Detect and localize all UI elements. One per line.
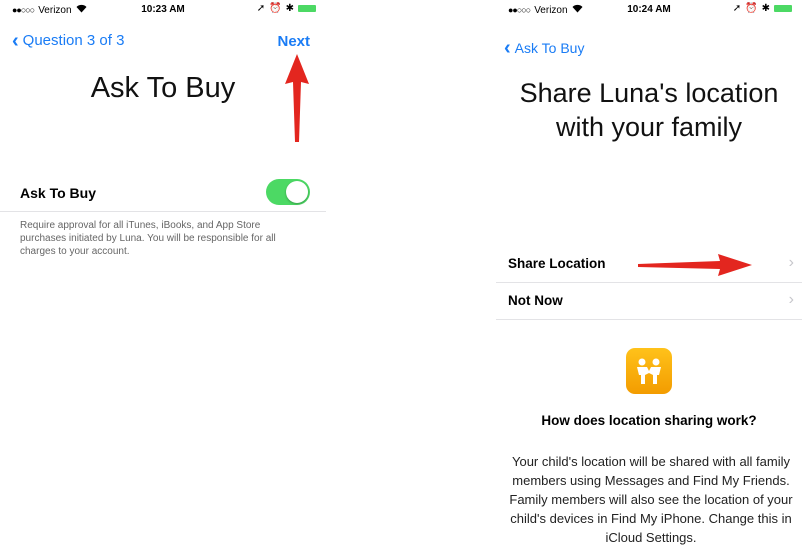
chevron-right-icon: › — [788, 291, 794, 308]
status-bar: ●●○○○ Verizon 10:24 AM ➚ ⏰ ✱ — [496, 0, 802, 20]
chevron-left-icon: ‹ — [504, 37, 511, 59]
back-label: Ask To Buy — [514, 40, 585, 56]
battery-icon — [774, 5, 792, 12]
alarm-icon: ⏰ — [269, 3, 282, 14]
ask-to-buy-screen: ●●○○○ Verizon 10:23 AM ➚ ⏰ ✱ ‹ Question … — [0, 0, 326, 550]
share-location-screen: ●●○○○ Verizon 10:24 AM ➚ ⏰ ✱ ‹ Ask To Bu… — [496, 0, 802, 550]
back-label: Question 3 of 3 — [22, 32, 125, 49]
not-now-row[interactable]: Not Now › — [496, 283, 802, 320]
toggle-knob — [286, 181, 308, 203]
setting-label: Ask To Buy — [20, 185, 96, 201]
alarm-icon: ⏰ — [745, 3, 758, 14]
share-location-label: Share Location — [508, 256, 606, 271]
ask-to-buy-toggle[interactable] — [266, 179, 310, 205]
not-now-label: Not Now — [508, 293, 563, 308]
chevron-right-icon: › — [788, 254, 794, 271]
info-heading: How does location sharing work? — [541, 413, 757, 428]
find-my-friends-icon — [626, 348, 672, 394]
share-location-row[interactable]: Share Location › — [496, 246, 802, 283]
location-arrow-icon: ➚ — [732, 3, 742, 14]
page-title: Share Luna's location with your family — [519, 78, 779, 142]
ask-to-buy-description: Require approval for all iTunes, iBooks,… — [20, 220, 276, 257]
navigation-bar: ‹ Question 3 of 3 Next — [0, 30, 326, 56]
ask-to-buy-row: Ask To Buy — [0, 175, 326, 212]
chevron-left-icon: ‹ — [12, 29, 19, 52]
back-button[interactable]: ‹ Question 3 of 3 — [12, 29, 125, 52]
status-bar: ●●○○○ Verizon 10:23 AM ➚ ⏰ ✱ — [0, 0, 326, 20]
battery-icon — [298, 5, 316, 12]
page-title: Ask To Buy — [90, 72, 236, 104]
bluetooth-icon: ✱ — [761, 3, 770, 14]
next-button[interactable]: Next — [277, 33, 310, 50]
location-arrow-icon: ➚ — [256, 3, 266, 14]
info-body: Your child's location will be shared wit… — [509, 454, 793, 545]
navigation-bar: ‹ Ask To Buy — [496, 38, 802, 64]
bluetooth-icon: ✱ — [285, 3, 294, 14]
back-button[interactable]: ‹ Ask To Buy — [504, 37, 585, 59]
